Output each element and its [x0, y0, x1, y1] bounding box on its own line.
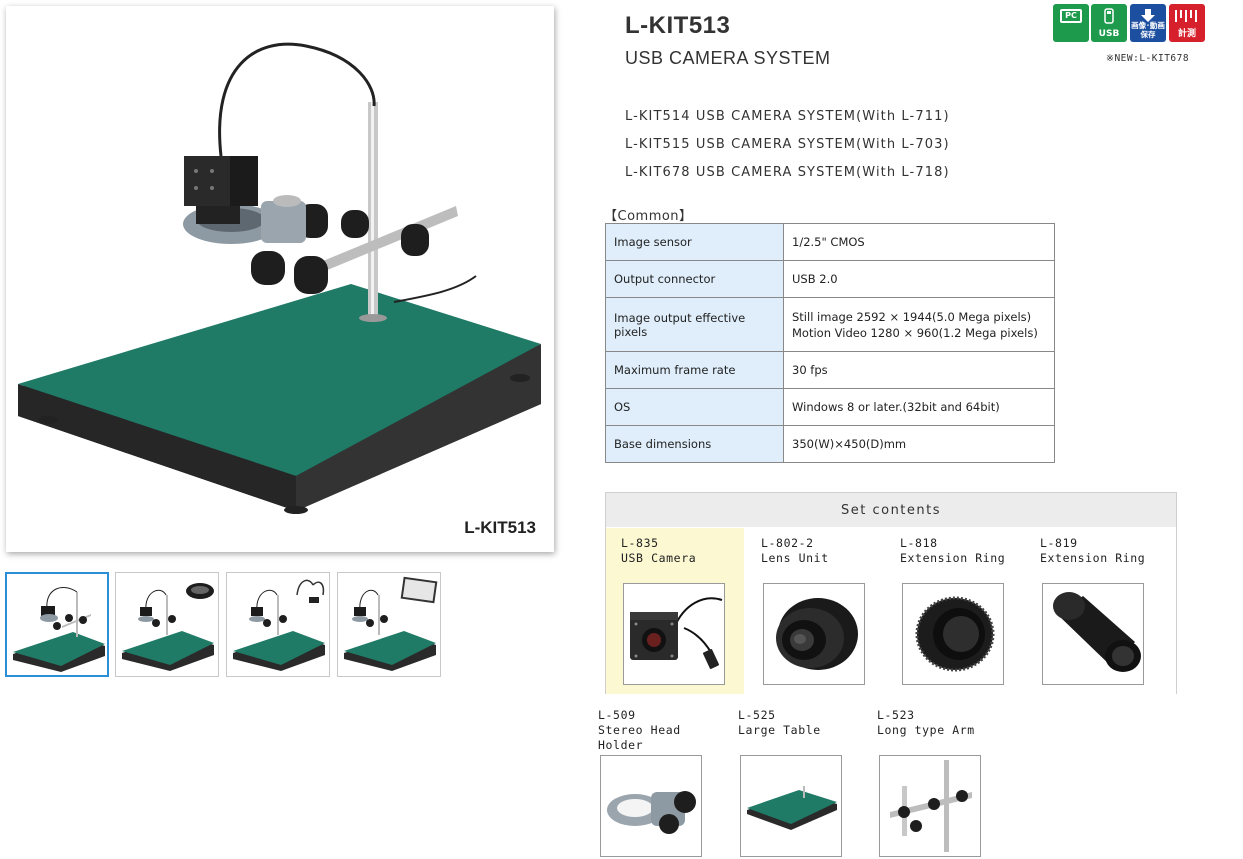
new-model-note: ※NEW:L-KIT678 [1106, 53, 1190, 64]
spec-row: Output connector USB 2.0 [605, 260, 1055, 298]
lens-unit-photo [763, 583, 865, 685]
image-caption: L-KIT513 [464, 518, 536, 537]
spec-key: Image output effective pixels [605, 297, 784, 352]
product-title: L-KIT513 [625, 12, 731, 39]
spec-key: OS [605, 388, 784, 426]
variant-list: L-KIT514 USB CAMERA SYSTEM(With L-711) L… [625, 108, 950, 192]
spec-key: Output connector [605, 260, 784, 298]
spec-value: USB 2.0 [783, 260, 1055, 298]
spec-key: Image sensor [605, 223, 784, 261]
spec-key: Maximum frame rate [605, 351, 784, 389]
set-contents-header: Set contents [606, 493, 1176, 527]
extension-ring-2-photo [1042, 583, 1144, 685]
set-item-extension-ring-2[interactable]: L-819 Extension Ring [1025, 528, 1163, 694]
large-table-photo [740, 755, 842, 857]
spec-table: Image sensor 1/2.5" CMOS Output connecto… [605, 223, 1055, 463]
main-product-image: L-KIT513 [6, 6, 554, 552]
thumbnail-4[interactable] [337, 572, 441, 677]
spec-section-label: 【Common】 [604, 209, 693, 224]
variant-item[interactable]: L-KIT678 USB CAMERA SYSTEM(With L-718) [625, 164, 950, 192]
usb-badge: USB [1091, 4, 1127, 42]
optional-item-large-table[interactable]: L-525 Large Table [738, 708, 878, 858]
usb-icon [1104, 8, 1114, 24]
spec-key: Base dimensions [605, 425, 784, 463]
image-save-badge: 画像･動画 保存 [1130, 4, 1166, 42]
optional-item-stereo-head-holder[interactable]: L-509 Stereo Head Holder [598, 708, 738, 858]
spec-value: Windows 8 or later.(32bit and 64bit) [783, 388, 1055, 426]
spec-value: 30 fps [783, 351, 1055, 389]
spec-row: Image output effective pixels Still imag… [605, 297, 1055, 352]
spec-row: Base dimensions 350(W)×450(D)mm [605, 425, 1055, 463]
pc-badge: PC [1053, 4, 1089, 42]
extension-ring-1-photo [902, 583, 1004, 685]
variant-item[interactable]: L-KIT514 USB CAMERA SYSTEM(With L-711) [625, 108, 950, 136]
spec-value: 1/2.5" CMOS [783, 223, 1055, 261]
feature-badges: PC USB 画像･動画 保存 計測 [1053, 4, 1207, 42]
spec-value: 350(W)×450(D)mm [783, 425, 1055, 463]
thumbnail-1[interactable] [5, 572, 109, 677]
measurement-badge: 計測 [1169, 4, 1205, 42]
set-item-lens-unit[interactable]: L-802-2 Lens Unit [746, 528, 884, 694]
thumbnail-2[interactable] [115, 572, 219, 677]
long-arm-photo [879, 755, 981, 857]
microscope-stand-illustration [18, 42, 541, 514]
set-item-usb-camera[interactable]: L-835 USB Camera [606, 528, 744, 694]
spec-row: OS Windows 8 or later.(32bit and 64bit) [605, 388, 1055, 426]
pc-icon: PC [1060, 9, 1082, 23]
measure-ruler-icon [1175, 10, 1197, 22]
stereo-head-holder-photo [600, 755, 702, 857]
usb-camera-photo [623, 583, 725, 685]
set-contents-panel: Set contents L-835 USB Camera L-802-2 Le… [605, 492, 1177, 694]
variant-item[interactable]: L-KIT515 USB CAMERA SYSTEM(With L-703) [625, 136, 950, 164]
thumbnail-3[interactable] [226, 572, 330, 677]
product-subtitle: USB CAMERA SYSTEM [625, 48, 831, 68]
optional-item-long-arm[interactable]: L-523 Long type Arm [877, 708, 1017, 858]
spec-row: Maximum frame rate 30 fps [605, 351, 1055, 389]
spec-row: Image sensor 1/2.5" CMOS [605, 223, 1055, 261]
set-item-extension-ring-1[interactable]: L-818 Extension Ring [885, 528, 1023, 694]
thumbnail-strip [5, 572, 445, 678]
spec-value: Still image 2592 × 1944(5.0 Mega pixels)… [783, 297, 1055, 352]
